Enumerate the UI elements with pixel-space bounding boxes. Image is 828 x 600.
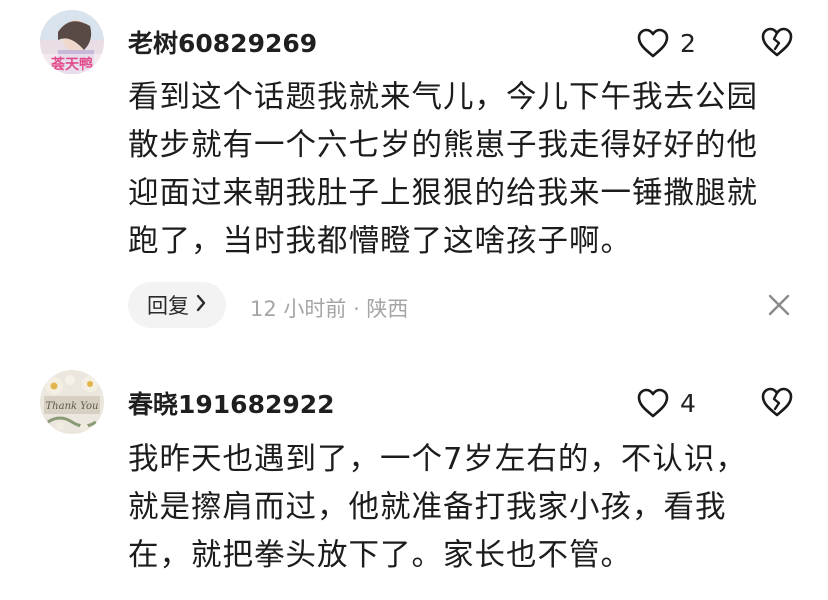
reply-button[interactable]: 回复 xyxy=(128,282,226,328)
avatar[interactable]: 荟天鸭 xyxy=(40,10,104,74)
avatar-image: Thank You xyxy=(40,370,104,434)
avatar-overlay-text: Thank You xyxy=(46,401,99,412)
username[interactable]: 春晓191682922 xyxy=(128,385,335,421)
close-icon xyxy=(768,294,790,316)
chevron-right-icon xyxy=(195,293,207,317)
like-button[interactable]: 2 xyxy=(636,26,706,60)
avatar-image: 荟天鸭 xyxy=(40,10,104,74)
comment-meta: 12 小时前 · 陕西 xyxy=(250,297,409,321)
avatar-overlay-text: 荟天鸭 xyxy=(50,56,93,73)
dislike-button[interactable] xyxy=(760,386,796,420)
dismiss-button[interactable] xyxy=(766,292,792,318)
username[interactable]: 老树60829269 xyxy=(128,24,317,60)
like-button[interactable]: 4 xyxy=(636,386,706,420)
comment-list: 荟天鸭 老树60829269 2 看到这个话题我就来气儿，今儿下午我去公园 散步… xyxy=(0,0,828,600)
dislike-button[interactable] xyxy=(760,26,796,60)
avatar[interactable]: Thank You xyxy=(40,370,104,434)
comment-text: 看到这个话题我就来气儿，今儿下午我去公园 散步就有一个六七岁的熊崽子我走得好好的… xyxy=(128,80,758,259)
heart-outline-icon xyxy=(637,28,669,58)
comment-text: 我昨天也遇到了，一个7岁左右的，不认识， 就是擦肩而过，他就准备打我家小孩，看我… xyxy=(128,442,747,573)
broken-heart-icon xyxy=(761,27,793,57)
heart-outline-icon xyxy=(637,388,669,418)
broken-heart-icon xyxy=(761,387,793,417)
like-count: 4 xyxy=(680,388,696,418)
reply-label: 回复 xyxy=(147,294,189,318)
like-count: 2 xyxy=(680,28,696,58)
